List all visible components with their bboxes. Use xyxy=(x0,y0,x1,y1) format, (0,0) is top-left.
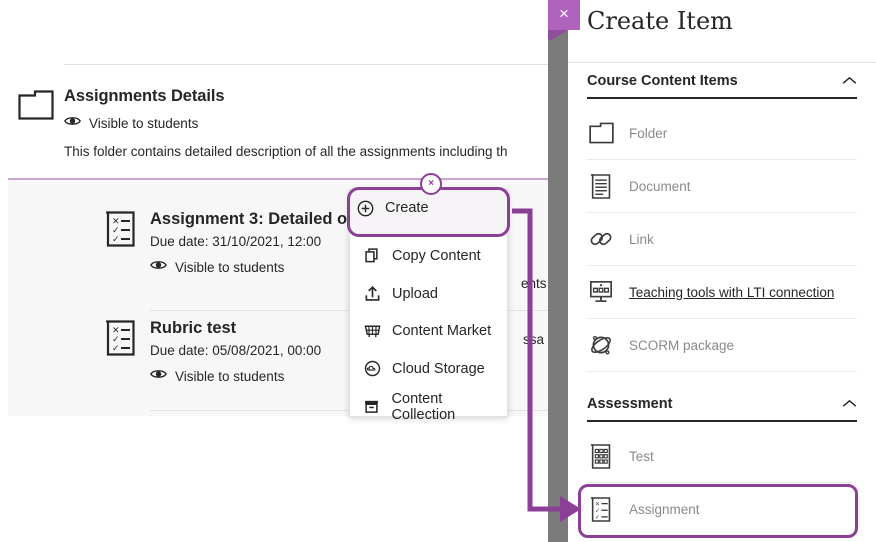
dropdown-item-label: Content Market xyxy=(392,322,492,339)
list-item-due: Due date: 31/10/2021, 12:00 xyxy=(150,234,322,249)
cloud-icon xyxy=(363,360,381,378)
menu-item-link[interactable]: Link xyxy=(587,213,857,266)
folder-visibility: Visible to students xyxy=(64,114,198,132)
link-icon xyxy=(587,224,615,254)
menu-item-assignment[interactable]: ✕ ✓ ✓ Assignment xyxy=(587,483,857,536)
section-label: Assessment xyxy=(587,396,673,412)
assignment-icon: ✕ ✓ ✓ xyxy=(587,495,615,525)
list-item-title: Rubric test xyxy=(150,319,237,337)
menu-item-label: Teaching tools with LTI connection xyxy=(629,284,835,300)
occluded-text-fragment: ents xyxy=(521,276,547,291)
upload-icon xyxy=(363,285,381,303)
dropdown-item-label: Upload xyxy=(392,285,438,302)
page-title: Create Item xyxy=(587,7,733,35)
menu-item-label: Assignment xyxy=(629,502,700,517)
menu-item-label: Link xyxy=(629,231,654,247)
section-header-assessment[interactable]: Assessment xyxy=(587,395,857,413)
menu-item-document[interactable]: Document xyxy=(587,160,857,213)
list-item-visibility-label: Visible to students xyxy=(175,368,285,384)
dropdown-close-button[interactable]: × xyxy=(420,173,442,195)
occluded-text-fragment: ssa xyxy=(523,332,545,347)
copy-icon xyxy=(363,247,381,265)
section-divider xyxy=(587,420,857,422)
menu-item-folder[interactable]: Folder xyxy=(587,107,857,160)
svg-text:✓: ✓ xyxy=(112,344,120,354)
top-divider xyxy=(64,64,568,65)
menu-item-lti-tools[interactable]: Teaching tools with LTI connection xyxy=(587,266,857,319)
menu-item-scorm-package[interactable]: SCORM package xyxy=(587,319,857,372)
svg-text:✓: ✓ xyxy=(594,514,599,521)
folder-icon xyxy=(18,90,54,120)
section-label: Course Content Items xyxy=(587,73,738,89)
folder-visibility-label: Visible to students xyxy=(89,115,199,131)
close-icon: × xyxy=(559,4,569,23)
section-header-course-content-items[interactable]: Course Content Items xyxy=(587,72,857,90)
menu-item-label: Test xyxy=(629,448,654,464)
screen-root: Assignments Details Visible to students … xyxy=(0,0,876,542)
create-label: Create xyxy=(385,200,429,216)
scorm-icon xyxy=(587,330,615,360)
plus-circle-icon xyxy=(356,199,374,217)
dropdown-item-cloud-storage[interactable]: Cloud Storage xyxy=(350,350,507,387)
dropdown-item-content-market[interactable]: Content Market xyxy=(350,312,507,349)
modal-dim-overlay[interactable] xyxy=(548,0,568,542)
folder-title: Assignments Details xyxy=(64,87,225,105)
close-panel-button[interactable]: × xyxy=(548,0,580,40)
archive-icon xyxy=(363,398,381,416)
menu-item-label: Document xyxy=(629,178,691,194)
panel-header: Create Item xyxy=(568,0,876,63)
dropdown-item-content-collection[interactable]: Content Collection xyxy=(350,388,507,425)
dropdown-item-label: Cloud Storage xyxy=(392,360,485,377)
dropdown-item-label: Content Collection xyxy=(391,390,456,423)
eye-icon xyxy=(64,114,81,132)
document-icon xyxy=(587,171,615,201)
svg-text:✓: ✓ xyxy=(112,235,120,245)
panel-body: Course Content Items Folder Document Lin… xyxy=(568,62,876,542)
section-divider xyxy=(587,97,857,99)
assignment-icon: ✕ ✓ ✓ xyxy=(104,210,138,248)
eye-icon xyxy=(150,367,167,385)
menu-item-label: SCORM package xyxy=(629,337,735,353)
assignment-icon: ✕ ✓ ✓ xyxy=(104,319,138,357)
list-item-visibility: Visible to students xyxy=(150,258,284,276)
cart-icon xyxy=(363,322,381,340)
chevron-up-icon[interactable] xyxy=(842,72,857,90)
menu-item-test[interactable]: Test xyxy=(587,430,857,483)
menu-item-label: Folder xyxy=(629,125,668,141)
dropdown-item-upload[interactable]: Upload xyxy=(350,275,507,312)
folder-description: This folder contains detailed descriptio… xyxy=(64,144,508,159)
list-item-visibility-label: Visible to students xyxy=(175,259,285,275)
lti-tools-icon xyxy=(587,277,615,307)
dropdown-item-copy-content[interactable]: Copy Content xyxy=(350,237,507,274)
list-item-due: Due date: 05/08/2021, 00:00 xyxy=(150,343,322,358)
folder-icon xyxy=(587,118,615,148)
close-icon: × xyxy=(428,178,434,189)
list-item-visibility: Visible to students xyxy=(150,367,284,385)
create-item-panel: Create Item Course Content Items Folder … xyxy=(568,0,876,542)
create-highlight-label-group: Create xyxy=(356,199,429,217)
test-icon xyxy=(587,441,615,471)
chevron-up-icon[interactable] xyxy=(842,395,857,413)
eye-icon xyxy=(150,258,167,276)
dropdown-item-label: Copy Content xyxy=(392,247,481,264)
